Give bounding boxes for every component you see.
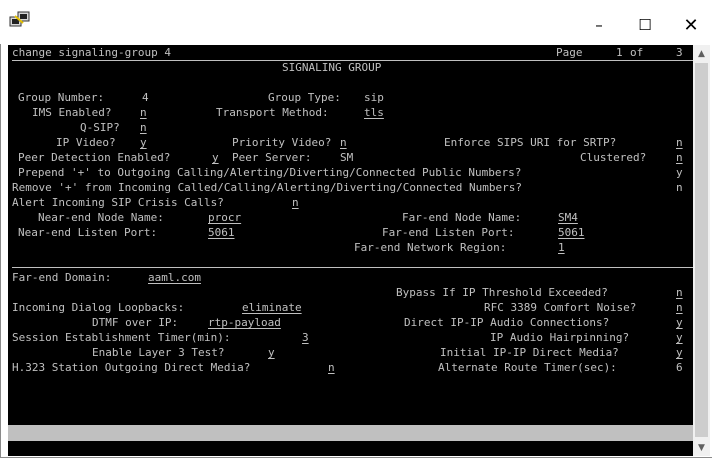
form-title: SIGNALING GROUP	[282, 61, 382, 74]
clustered-field[interactable]: n	[676, 150, 683, 165]
session-timer-label: Session Establishment Timer(min):	[12, 331, 231, 344]
scroll-down-icon[interactable]: ▼	[693, 439, 710, 456]
peer-server-field[interactable]: SM	[340, 150, 353, 165]
enforce-sips-label: Enforce SIPS URI for SRTP?	[444, 136, 617, 149]
alert-crisis-field[interactable]: n	[292, 195, 299, 210]
page-current: 1	[616, 46, 623, 59]
near-port-label: Near-end Listen Port:	[18, 226, 158, 239]
session-timer-field[interactable]: 3	[302, 330, 324, 345]
loopbacks-label: Incoming Dialog Loopbacks:	[12, 301, 185, 314]
far-region-field[interactable]: 1	[558, 240, 590, 255]
prepend-plus-field[interactable]: y	[676, 165, 683, 180]
far-port-field[interactable]: 5061	[558, 225, 600, 240]
status-bar	[8, 425, 693, 441]
direct-audio-label: Direct IP-IP Audio Connections?	[404, 316, 610, 329]
initial-direct-label: Initial IP-IP Direct Media?	[440, 346, 619, 359]
far-node-label: Far-end Node Name:	[402, 211, 522, 224]
hairpin-label: IP Audio Hairpinning?	[490, 331, 630, 344]
far-domain-field[interactable]: aaml.com	[148, 270, 201, 285]
h323-label: H.323 Station Outgoing Direct Media?	[12, 361, 251, 374]
alt-route-label: Alternate Route Timer(sec):	[438, 361, 617, 374]
remove-plus-field[interactable]: n	[676, 180, 683, 195]
vertical-scrollbar[interactable]: ▲ ▼	[693, 45, 710, 456]
transport-method-field[interactable]: tls	[364, 105, 460, 120]
hairpin-field[interactable]: y	[676, 330, 683, 345]
putty-terminal-icon	[9, 11, 30, 27]
rfc3389-label: RFC 3389 Comfort Noise?	[484, 301, 637, 314]
qsip-field[interactable]: n	[140, 120, 147, 135]
command-line: change signaling-group 4	[12, 46, 171, 59]
maximize-button[interactable]: ☐	[628, 14, 662, 36]
dtmf-field[interactable]: rtp-payload	[208, 315, 281, 330]
peer-detection-label: Peer Detection Enabled?	[18, 151, 171, 164]
loopbacks-field[interactable]: eliminate	[242, 300, 302, 315]
bypass-field[interactable]: n	[676, 285, 683, 300]
near-node-field[interactable]: procr	[208, 210, 336, 225]
scrollbar-thumb[interactable]	[695, 63, 708, 437]
terminal-screen[interactable]: change signaling-group 4 Page 1 of 3 SIG…	[8, 45, 693, 456]
far-domain-label: Far-end Domain:	[12, 271, 112, 284]
rfc3389-field[interactable]: n	[676, 300, 683, 315]
layer3-field[interactable]: y	[268, 345, 275, 360]
remove-plus-label: Remove '+' from Incoming Called/Calling/…	[12, 181, 522, 194]
near-port-field[interactable]: 5061	[208, 225, 250, 240]
ip-video-label: IP Video?	[56, 136, 116, 149]
ip-video-field[interactable]: y	[140, 135, 147, 150]
direct-audio-field[interactable]: y	[676, 315, 683, 330]
minimize-button[interactable]: –	[582, 14, 616, 36]
priority-video-field[interactable]: n	[340, 135, 347, 150]
bypass-label: Bypass If IP Threshold Exceeded?	[396, 286, 608, 299]
far-region-label: Far-end Network Region:	[354, 241, 507, 254]
layer3-label: Enable Layer 3 Test?	[92, 346, 225, 359]
ims-enabled-label: IMS Enabled?	[32, 106, 112, 119]
header-divider	[12, 60, 693, 61]
prepend-plus-label: Prepend '+' to Outgoing Calling/Alerting…	[18, 166, 522, 179]
group-number-field[interactable]: 4	[142, 90, 149, 105]
dtmf-label: DTMF over IP:	[92, 316, 179, 329]
page-label: Page	[556, 46, 583, 59]
peer-detection-field[interactable]: y	[212, 150, 219, 165]
clustered-label: Clustered?	[580, 151, 647, 164]
alert-crisis-label: Alert Incoming SIP Crisis Calls?	[12, 196, 224, 209]
qsip-label: Q-SIP?	[80, 121, 120, 134]
group-type-field[interactable]: sip	[364, 90, 384, 105]
ims-enabled-field[interactable]: n	[140, 105, 147, 120]
near-node-label: Near-end Node Name:	[38, 211, 164, 224]
page-total: 3	[676, 46, 683, 59]
transport-method-label: Transport Method:	[216, 106, 329, 119]
section-divider	[12, 267, 693, 268]
close-button[interactable]: ✕	[674, 14, 708, 36]
group-type-label: Group Type:	[268, 91, 341, 104]
enforce-sips-field[interactable]: n	[676, 135, 683, 150]
window-titlebar: – ☐ ✕	[0, 0, 727, 44]
priority-video-label: Priority Video?	[232, 136, 332, 149]
alt-route-field[interactable]: 6	[676, 360, 683, 375]
far-port-label: Far-end Listen Port:	[382, 226, 515, 239]
h323-field[interactable]: n	[328, 360, 335, 375]
initial-direct-field[interactable]: y	[676, 345, 683, 360]
signaling-group-form: change signaling-group 4 Page 1 of 3 SIG…	[12, 45, 693, 425]
far-node-field[interactable]: SM4	[558, 210, 686, 225]
scroll-up-icon[interactable]: ▲	[693, 45, 710, 62]
group-number-label: Group Number:	[18, 91, 105, 104]
peer-server-label: Peer Server:	[232, 151, 312, 164]
page-of-label: of	[630, 46, 644, 59]
